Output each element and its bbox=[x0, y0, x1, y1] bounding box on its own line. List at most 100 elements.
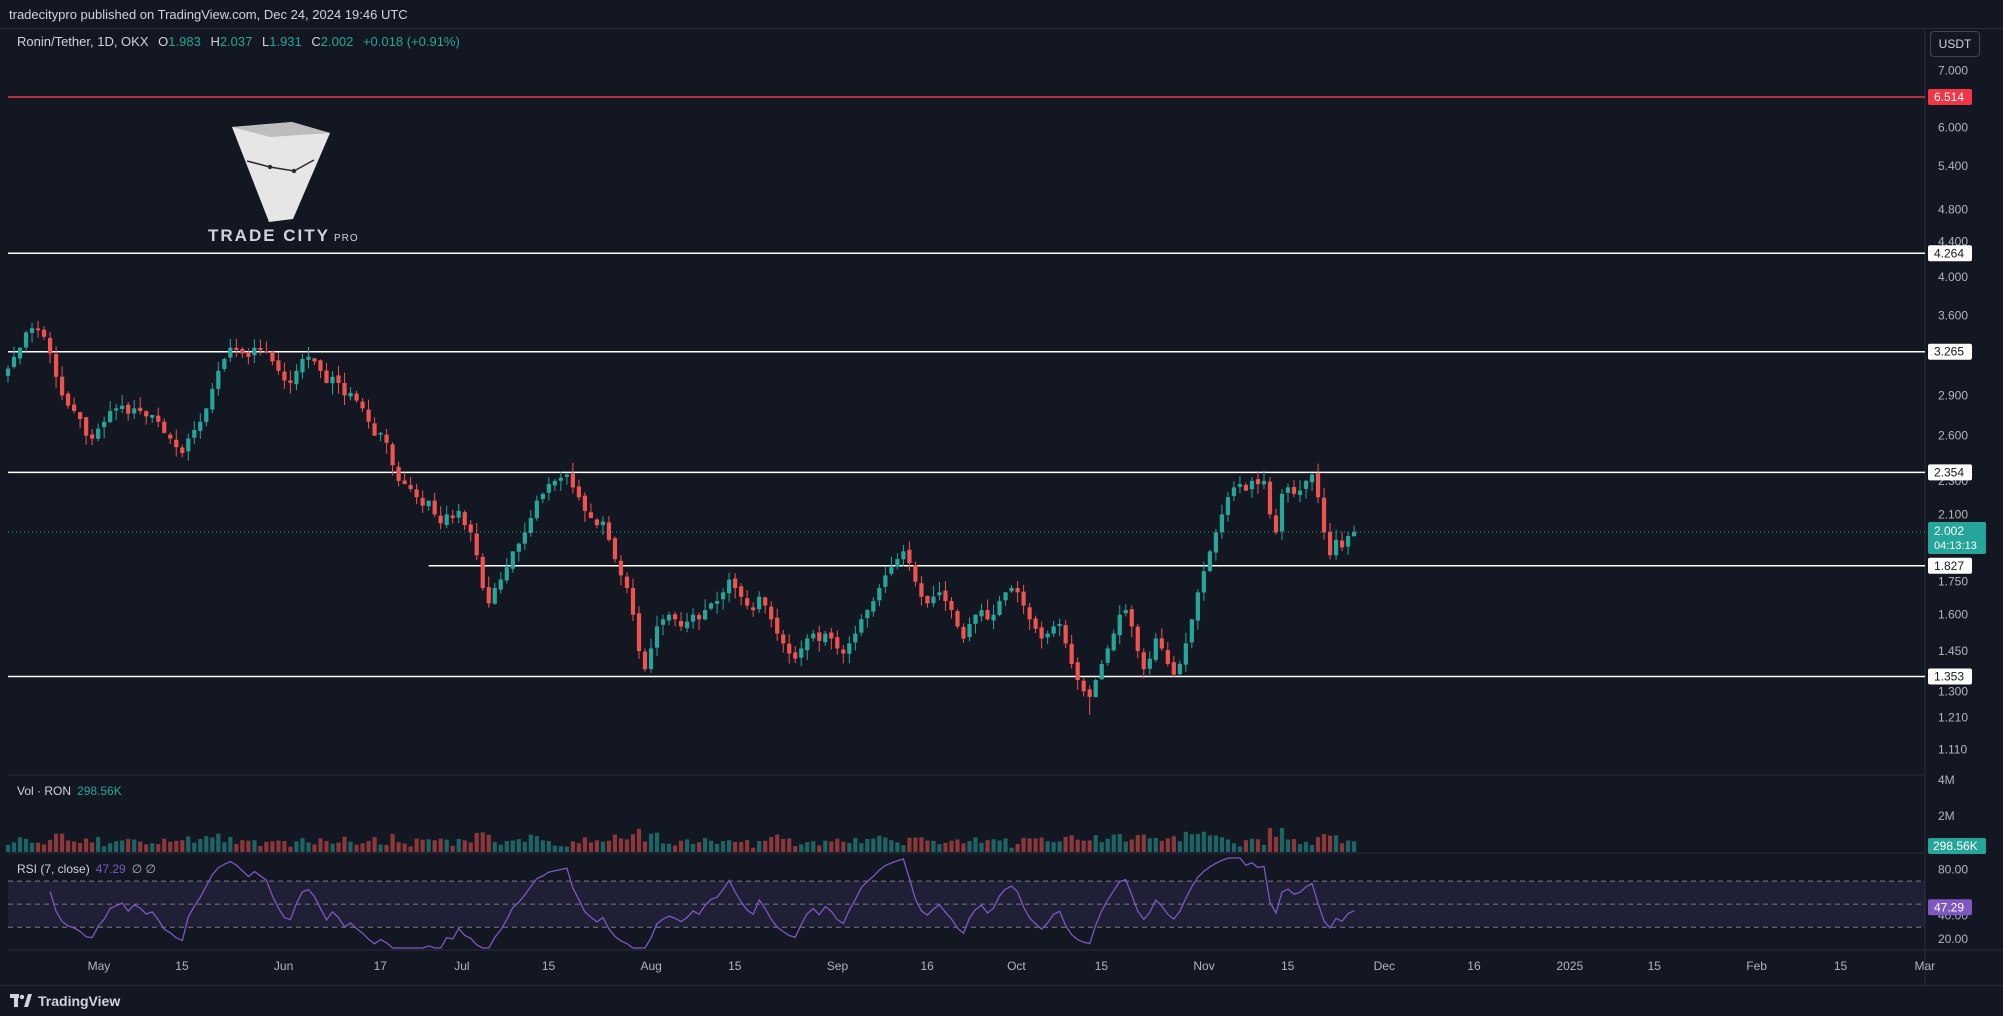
candle-body bbox=[1069, 643, 1074, 664]
currency-button[interactable]: USDT bbox=[1930, 31, 1980, 57]
candle-body bbox=[204, 408, 209, 423]
volume-bar bbox=[288, 846, 293, 852]
candle-body bbox=[1039, 627, 1044, 639]
candle-body bbox=[1189, 619, 1194, 643]
rsi-legend[interactable]: RSI (7, close) 47.29 ∅ ∅ bbox=[17, 862, 156, 876]
volume-bar bbox=[1201, 831, 1206, 852]
volume-bar bbox=[1081, 840, 1086, 852]
candle-body bbox=[408, 485, 413, 489]
volume-bar bbox=[498, 844, 503, 852]
volume-bar bbox=[925, 840, 930, 852]
volume-bar bbox=[222, 842, 227, 852]
candle-body bbox=[937, 592, 942, 596]
chart-canvas[interactable]: 7.0006.0005.4004.8004.4004.0003.6002.900… bbox=[0, 0, 2003, 1015]
volume-bar bbox=[432, 840, 437, 852]
volume-bar bbox=[162, 838, 167, 852]
candle-body bbox=[1141, 652, 1146, 670]
volume-bar bbox=[390, 833, 395, 852]
volume-label: Vol · RON bbox=[17, 784, 72, 798]
time-tick-label: May bbox=[88, 959, 111, 973]
volume-legend[interactable]: Vol · RON 298.56K bbox=[17, 784, 122, 798]
candle-body bbox=[1165, 649, 1170, 664]
candle-body bbox=[1051, 626, 1056, 634]
price-tick-label: 1.750 bbox=[1938, 575, 1968, 589]
time-axis[interactable]: May 15 Jun 17 Jul 15 Aug 15 Sep 16 Oct 15 Nov 15 Dec 16… bbox=[88, 959, 1936, 973]
time-tick-label: Feb bbox=[1746, 959, 1767, 973]
price-axis[interactable]: 7.0006.0005.4004.8004.4004.0003.6002.900… bbox=[1938, 63, 1968, 756]
time-tick-label: Oct bbox=[1007, 959, 1026, 973]
candle-body bbox=[318, 360, 323, 371]
volume-bar bbox=[1285, 839, 1291, 852]
candle-body bbox=[306, 356, 311, 360]
price-tick-label: 6.000 bbox=[1938, 120, 1968, 134]
candle-body bbox=[504, 567, 509, 581]
volume-bar bbox=[168, 841, 173, 852]
time-tick-label: 17 bbox=[374, 959, 388, 973]
volume-bar bbox=[666, 843, 672, 852]
candle-body bbox=[444, 514, 449, 526]
candle-body bbox=[72, 404, 77, 411]
candle-body bbox=[1111, 633, 1116, 651]
candle-body bbox=[1267, 481, 1273, 515]
candle-body bbox=[486, 587, 491, 604]
volume-bar bbox=[492, 842, 497, 852]
candle-body bbox=[432, 500, 437, 515]
logo-suffix: PRO bbox=[334, 233, 359, 244]
volume-bar bbox=[883, 837, 888, 852]
volume-bar bbox=[1111, 834, 1116, 852]
volume-bar bbox=[462, 840, 467, 852]
volume-bar bbox=[90, 842, 95, 852]
rsi-marker-label: 47.29 bbox=[1934, 900, 1964, 914]
candle-body bbox=[402, 480, 407, 485]
candle-body bbox=[1063, 625, 1068, 644]
tradingview-brand[interactable]: TradingView bbox=[10, 993, 120, 1009]
candle-body bbox=[1195, 592, 1200, 621]
volume-bar bbox=[630, 834, 636, 852]
volume-bar bbox=[1207, 835, 1212, 852]
volume-bar bbox=[384, 844, 389, 852]
volume-bar bbox=[65, 840, 71, 852]
volume-bar bbox=[1015, 844, 1020, 852]
time-tick-label: 16 bbox=[920, 959, 934, 973]
volume-bar bbox=[396, 842, 401, 852]
volume-bar bbox=[973, 837, 978, 852]
volume-bar bbox=[240, 840, 245, 852]
time-tick-label: Dec bbox=[1374, 959, 1395, 973]
candle-body bbox=[696, 614, 702, 620]
volume-bar bbox=[612, 834, 618, 852]
candle-body bbox=[498, 579, 503, 590]
time-tick-label: Jul bbox=[454, 959, 469, 973]
volume-bar bbox=[438, 838, 443, 852]
symbol-legend[interactable]: Ronin/Tether, 1D, OKX O1.983 H2.037 L1.9… bbox=[17, 34, 460, 49]
candle-body bbox=[312, 358, 317, 362]
volume-bar bbox=[258, 845, 263, 852]
volume-bar bbox=[757, 840, 762, 852]
volume-bar bbox=[348, 841, 353, 852]
time-tick-label: 15 bbox=[728, 959, 742, 973]
candle-body bbox=[949, 601, 954, 611]
volume-bar bbox=[979, 842, 984, 852]
candle-body bbox=[895, 559, 900, 567]
candle-body bbox=[666, 614, 672, 621]
time-tick-label: Jun bbox=[274, 959, 293, 973]
volume-bar bbox=[811, 841, 816, 852]
candle-body bbox=[5, 368, 11, 376]
volume-bar bbox=[174, 840, 179, 852]
volume-bar bbox=[1177, 841, 1182, 852]
candle-body bbox=[1183, 643, 1188, 665]
volume-bar bbox=[486, 834, 491, 852]
volume-bar bbox=[17, 837, 23, 852]
logo-wordmark: TRADE CITY PRO bbox=[208, 226, 359, 246]
volume-bar bbox=[426, 839, 431, 852]
volume-bar bbox=[5, 844, 11, 852]
volume-bar bbox=[648, 833, 654, 852]
candle-body bbox=[234, 347, 239, 351]
volume-bar bbox=[540, 840, 545, 852]
symbol-name[interactable]: Ronin/Tether, 1D, OKX bbox=[17, 34, 149, 49]
candle-body bbox=[342, 383, 347, 396]
volume-bar bbox=[606, 840, 612, 852]
volume-bar bbox=[1273, 836, 1279, 852]
volume-bar bbox=[733, 841, 738, 852]
candle-body bbox=[793, 652, 798, 659]
price-tick-label: 1.210 bbox=[1938, 711, 1968, 725]
